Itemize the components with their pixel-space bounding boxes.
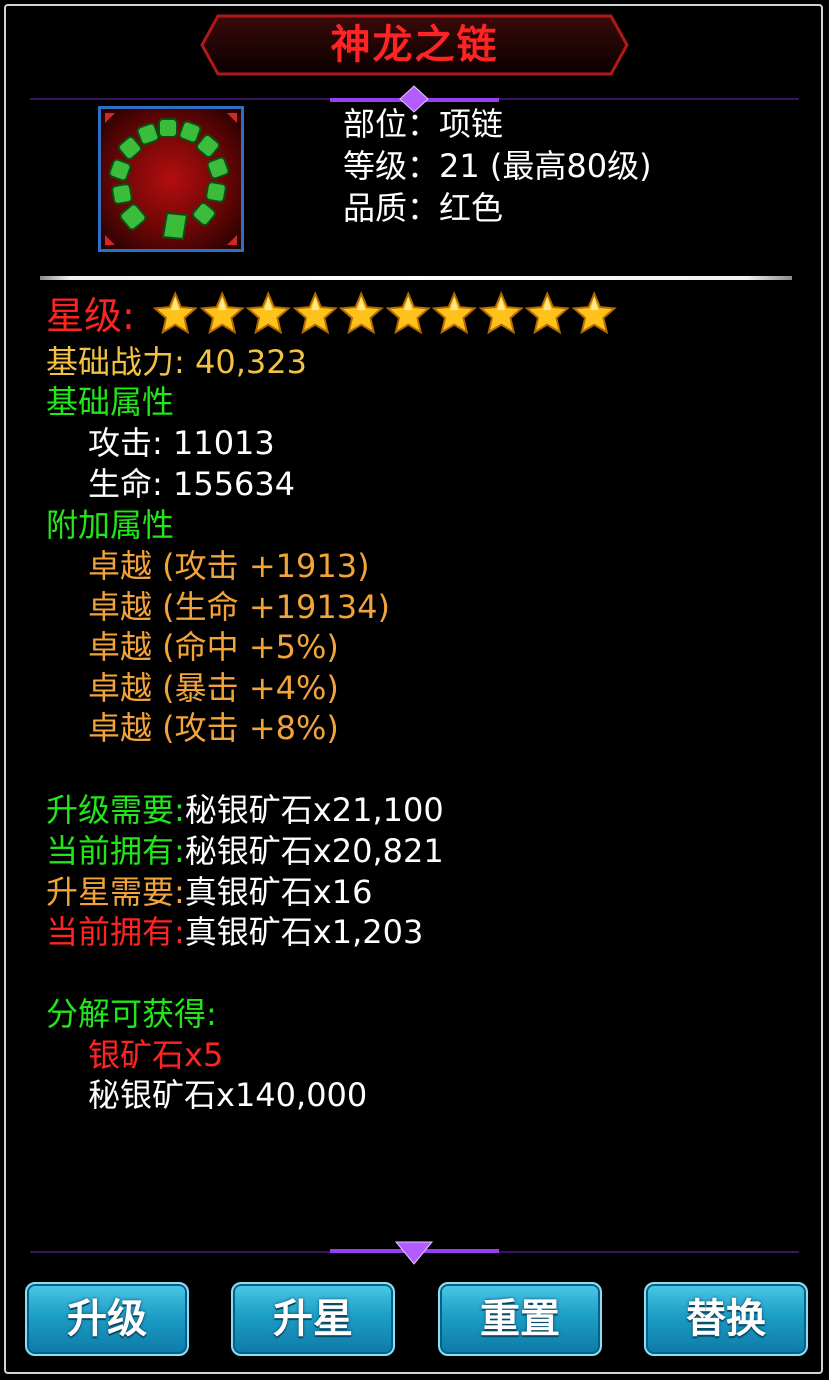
- bottom-divider: [30, 1241, 799, 1265]
- star-icon: [292, 291, 338, 335]
- replace-button-label: 替换: [686, 1296, 766, 1342]
- necklace-icon-art: [105, 113, 237, 245]
- replace-button[interactable]: 替换: [644, 1282, 808, 1356]
- req-value: 秘银矿石x20,821: [184, 832, 444, 870]
- req-label: 升星需要:: [46, 873, 185, 911]
- title-bar: 神龙之链: [200, 12, 629, 78]
- star-required-row: 升星需要:真银矿石x16: [46, 872, 372, 912]
- level-max: (最高80级): [489, 147, 652, 185]
- req-label: 当前拥有:: [46, 913, 185, 951]
- extra-attribute: 卓越 (命中 +5%): [88, 628, 339, 666]
- attr-attack-row: 攻击: 11013: [88, 423, 275, 463]
- star-icon: [245, 291, 291, 335]
- quality-label: 品质: [343, 189, 408, 227]
- item-name: 神龙之链: [330, 22, 499, 68]
- star-icon: [478, 291, 524, 335]
- req-label: 当前拥有:: [46, 832, 185, 870]
- star-label: 星级:: [46, 294, 135, 338]
- star-rating: [152, 290, 617, 338]
- extra-attribute: 卓越 (生命 +19134): [88, 588, 390, 626]
- star-icon: [524, 291, 570, 335]
- power-row: 基础战力: 40,323: [46, 342, 307, 382]
- header-separator: [40, 276, 792, 280]
- base-attributes-title: 基础属性: [46, 383, 175, 421]
- star-icon: [199, 291, 245, 335]
- reset-button[interactable]: 重置: [438, 1282, 602, 1356]
- necklace-icon[interactable]: [98, 106, 244, 252]
- quality-row: 品质：红色: [343, 189, 504, 227]
- extra-attribute: 卓越 (攻击 +8%): [88, 709, 339, 747]
- slot-value: 项链: [439, 105, 504, 143]
- star-owned-row: 当前拥有:真银矿石x1,203: [46, 912, 423, 952]
- power-label: 基础战力:: [46, 343, 185, 381]
- level-label: 等级: [343, 147, 408, 185]
- upgrade-button[interactable]: 升级: [25, 1282, 189, 1356]
- star-icon: [152, 291, 198, 335]
- decompose-title: 分解可获得:: [46, 995, 217, 1033]
- slot-row: 部位：项链: [343, 105, 504, 143]
- star-icon: [431, 291, 477, 335]
- attr-value: 155634: [172, 465, 296, 503]
- upgrade-button-label: 升级: [67, 1296, 147, 1342]
- req-label: 升级需要:: [46, 791, 185, 829]
- quality-value: 红色: [439, 189, 504, 227]
- req-value: 秘银矿石x21,100: [184, 791, 444, 829]
- attr-life-row: 生命: 155634: [88, 464, 295, 504]
- extra-attribute: 卓越 (攻击 +1913): [88, 547, 370, 585]
- star-icon: [385, 291, 431, 335]
- decompose-item: 银矿石x5: [88, 1036, 224, 1074]
- attr-label: 生命:: [88, 465, 163, 503]
- attr-value: 11013: [172, 424, 275, 462]
- req-value: 真银矿石x16: [184, 873, 373, 911]
- extra-attributes-title: 附加属性: [46, 506, 175, 544]
- extra-attribute: 卓越 (暴击 +4%): [88, 669, 339, 707]
- decompose-item: 秘银矿石x140,000: [88, 1076, 368, 1114]
- level-value: 21: [439, 147, 480, 185]
- star-up-button[interactable]: 升星: [231, 1282, 395, 1356]
- req-value: 真银矿石x1,203: [184, 913, 424, 951]
- upgrade-owned-row: 当前拥有:秘银矿石x20,821: [46, 831, 444, 871]
- slot-label: 部位: [343, 105, 408, 143]
- power-value: 40,323: [194, 343, 307, 381]
- reset-button-label: 重置: [480, 1296, 560, 1342]
- upgrade-required-row: 升级需要:秘银矿石x21,100: [46, 790, 444, 830]
- star-icon: [571, 291, 617, 335]
- star-up-button-label: 升星: [273, 1296, 353, 1342]
- attr-label: 攻击:: [88, 424, 163, 462]
- star-icon: [338, 291, 384, 335]
- level-row: 等级：21 (最高80级): [343, 147, 652, 185]
